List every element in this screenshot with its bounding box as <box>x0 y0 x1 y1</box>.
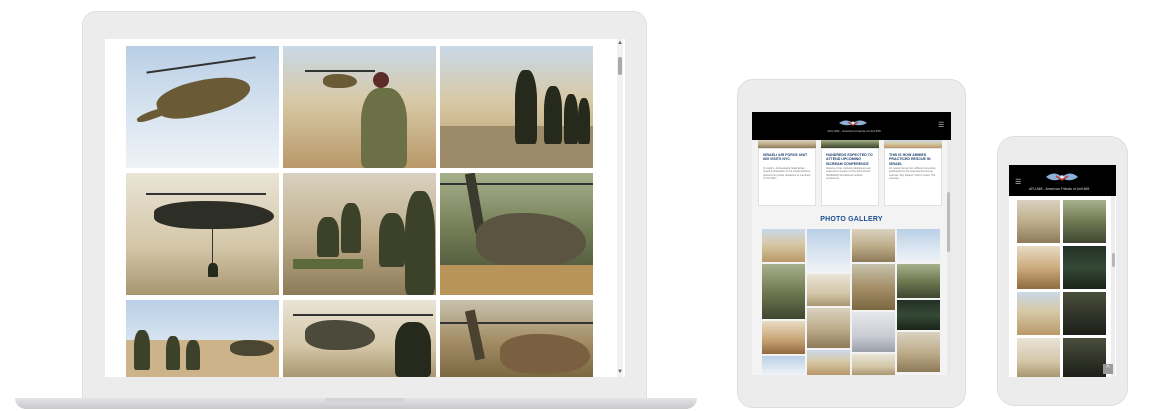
hamburger-icon[interactable]: ☰ <box>1015 179 1021 186</box>
gallery-photo[interactable] <box>126 300 279 377</box>
news-image[interactable] <box>758 140 816 148</box>
tablet-device: AFU-669 · American Friends of Unit 669 ☰… <box>737 79 966 408</box>
site-tagline: AFU-669 - American Friends of Unit 669 <box>1029 187 1090 191</box>
hamburger-icon[interactable]: ☰ <box>938 122 945 129</box>
gallery-photo[interactable] <box>126 173 279 295</box>
site-logo[interactable] <box>1045 170 1079 184</box>
gallery-photo[interactable] <box>440 300 593 377</box>
triangle-up-icon[interactable]: ▲ <box>617 40 623 46</box>
gallery-photo[interactable] <box>1017 200 1060 243</box>
gallery-photo[interactable] <box>283 46 436 168</box>
gallery-photo[interactable] <box>807 274 850 306</box>
gallery-photo[interactable] <box>1017 292 1060 335</box>
gallery-photo[interactable] <box>807 350 850 375</box>
scrollbar[interactable] <box>947 140 951 375</box>
gallery-photo[interactable] <box>440 46 593 168</box>
site-logo[interactable] <box>838 118 868 128</box>
gallery-photo[interactable] <box>1063 292 1106 335</box>
news-excerpt: On April 1, Ambassador Gilad Erdan, Isra… <box>763 167 811 181</box>
gallery-photo[interactable] <box>762 229 805 262</box>
tablet-screen: AFU-669 · American Friends of Unit 669 ☰… <box>752 112 951 375</box>
gallery-photo[interactable] <box>852 354 895 375</box>
gallery-photo[interactable] <box>283 173 436 295</box>
phone-device: ☰ AFU-669 - American Friends of Unit 669… <box>997 136 1128 406</box>
news-card[interactable]: ISRAELI AIR FORCE UNIT 669 VISITS NYC On… <box>758 148 816 206</box>
news-card[interactable]: THIS IS HOW ARMIES PRACTICED RESCUE IN I… <box>884 148 942 206</box>
gallery-photo[interactable] <box>897 264 940 298</box>
gallery-photo[interactable] <box>807 308 850 348</box>
gallery-photo[interactable] <box>897 229 940 262</box>
gallery-photo[interactable] <box>1017 338 1060 377</box>
gallery-photo[interactable] <box>1063 338 1106 377</box>
scrollbar[interactable] <box>1111 196 1115 377</box>
news-title[interactable]: HUNDREDS EXPECTED TO ATTEND UPCOMING ISC… <box>826 153 876 166</box>
gallery-photo[interactable] <box>1063 246 1106 289</box>
gallery-photo[interactable] <box>852 264 895 310</box>
laptop-screen: ▲ ▼ <box>105 39 625 377</box>
gallery-heading: PHOTO GALLERY <box>820 216 883 223</box>
news-excerpt: Dozens of top medical practitioners are … <box>826 167 871 181</box>
gallery-photo[interactable] <box>852 312 895 352</box>
gallery-photo[interactable] <box>1017 246 1060 289</box>
gallery-photo[interactable] <box>1063 200 1106 243</box>
gallery-photo[interactable] <box>807 229 850 272</box>
gallery-photo[interactable] <box>762 356 805 375</box>
site-header: AFU-669 · American Friends of Unit 669 ☰ <box>752 112 951 140</box>
chevron-up-icon[interactable]: ^ <box>1103 364 1113 374</box>
news-excerpt: Air rescue forces from different countri… <box>889 167 936 181</box>
gallery-photo[interactable] <box>126 46 279 168</box>
phone-screen: ☰ AFU-669 - American Friends of Unit 669… <box>1009 165 1116 377</box>
laptop-device: ▲ ▼ <box>82 11 647 400</box>
triangle-down-icon[interactable]: ▼ <box>617 369 623 375</box>
gallery-photo[interactable] <box>852 229 895 262</box>
scrollbar-thumb[interactable] <box>618 57 622 75</box>
scrollbar[interactable] <box>617 39 623 377</box>
news-image[interactable] <box>821 140 879 148</box>
site-header: ☰ AFU-669 - American Friends of Unit 669 <box>1009 165 1116 196</box>
laptop-notch <box>325 398 405 402</box>
gallery-photo[interactable] <box>897 332 940 372</box>
site-tagline: AFU-669 · American Friends of Unit 669 <box>827 129 881 133</box>
gallery-photo[interactable] <box>440 173 593 295</box>
gallery-photo[interactable] <box>283 300 436 377</box>
gallery-photo[interactable] <box>762 264 805 319</box>
news-image[interactable] <box>884 140 942 148</box>
news-card[interactable]: HUNDREDS EXPECTED TO ATTEND UPCOMING ISC… <box>821 148 879 206</box>
scrollbar-thumb[interactable] <box>1112 253 1115 267</box>
gallery-photo[interactable] <box>897 300 940 330</box>
news-title[interactable]: THIS IS HOW ARMIES PRACTICED RESCUE IN I… <box>889 153 939 166</box>
scrollbar-thumb[interactable] <box>947 192 950 252</box>
gallery-photo[interactable] <box>762 321 805 354</box>
news-title[interactable]: ISRAELI AIR FORCE UNIT 669 VISITS NYC <box>763 153 813 162</box>
